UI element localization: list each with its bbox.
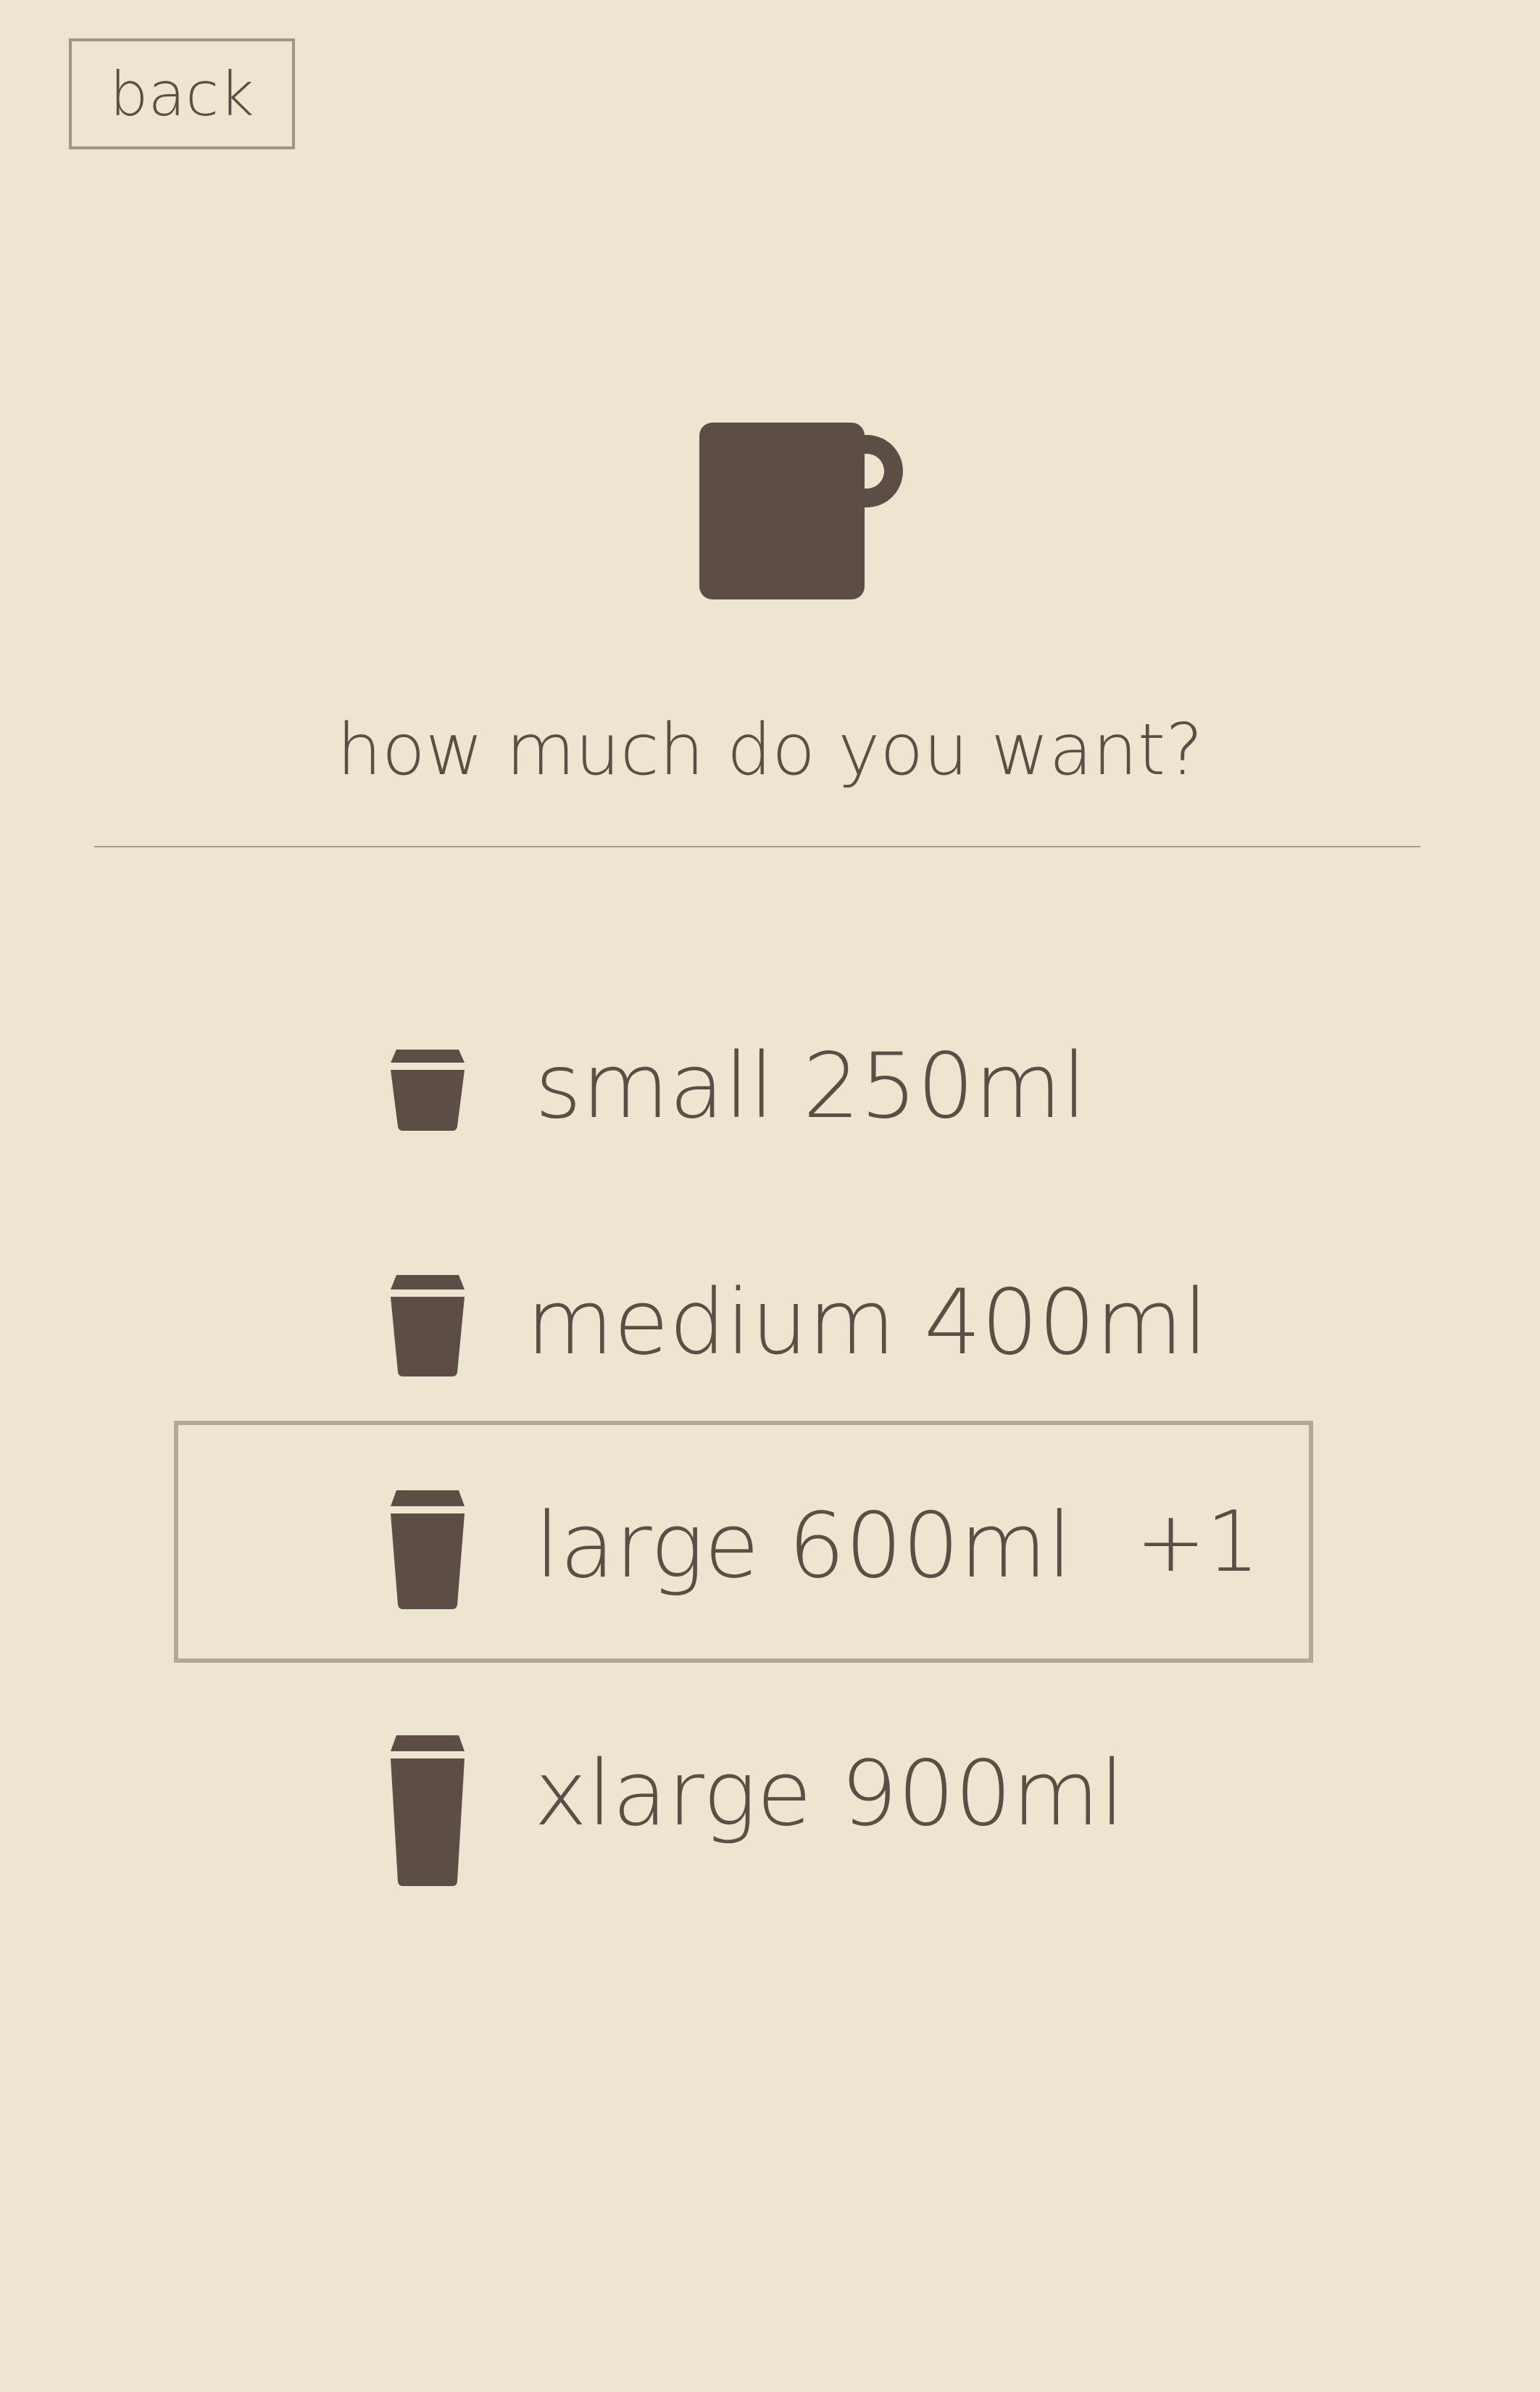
takeaway-cup-icon	[391, 1275, 465, 1376]
divider	[94, 846, 1420, 847]
back-button[interactable]: back	[69, 38, 295, 149]
size-option-large[interactable]: large 600ml +1	[174, 1421, 1313, 1663]
takeaway-cup-icon	[391, 1490, 465, 1609]
size-option-label: xlarge 900ml	[534, 1742, 1125, 1846]
size-option-small[interactable]: small 250ml	[174, 1022, 1313, 1145]
size-option-label: large 600ml	[535, 1494, 1073, 1598]
size-option-label: small 250ml	[535, 1034, 1087, 1139]
size-option-xlarge[interactable]: xlarge 900ml	[174, 1718, 1313, 1906]
page-prompt: how much do you want?	[336, 709, 1204, 792]
takeaway-cup-icon	[391, 1735, 465, 1886]
takeaway-cup-icon	[391, 1050, 465, 1131]
size-option-label: medium 400ml	[526, 1271, 1208, 1375]
mug-icon	[699, 423, 903, 599]
selection-count-badge: +1	[1136, 1493, 1260, 1591]
size-option-medium[interactable]: medium 400ml	[174, 1261, 1313, 1384]
